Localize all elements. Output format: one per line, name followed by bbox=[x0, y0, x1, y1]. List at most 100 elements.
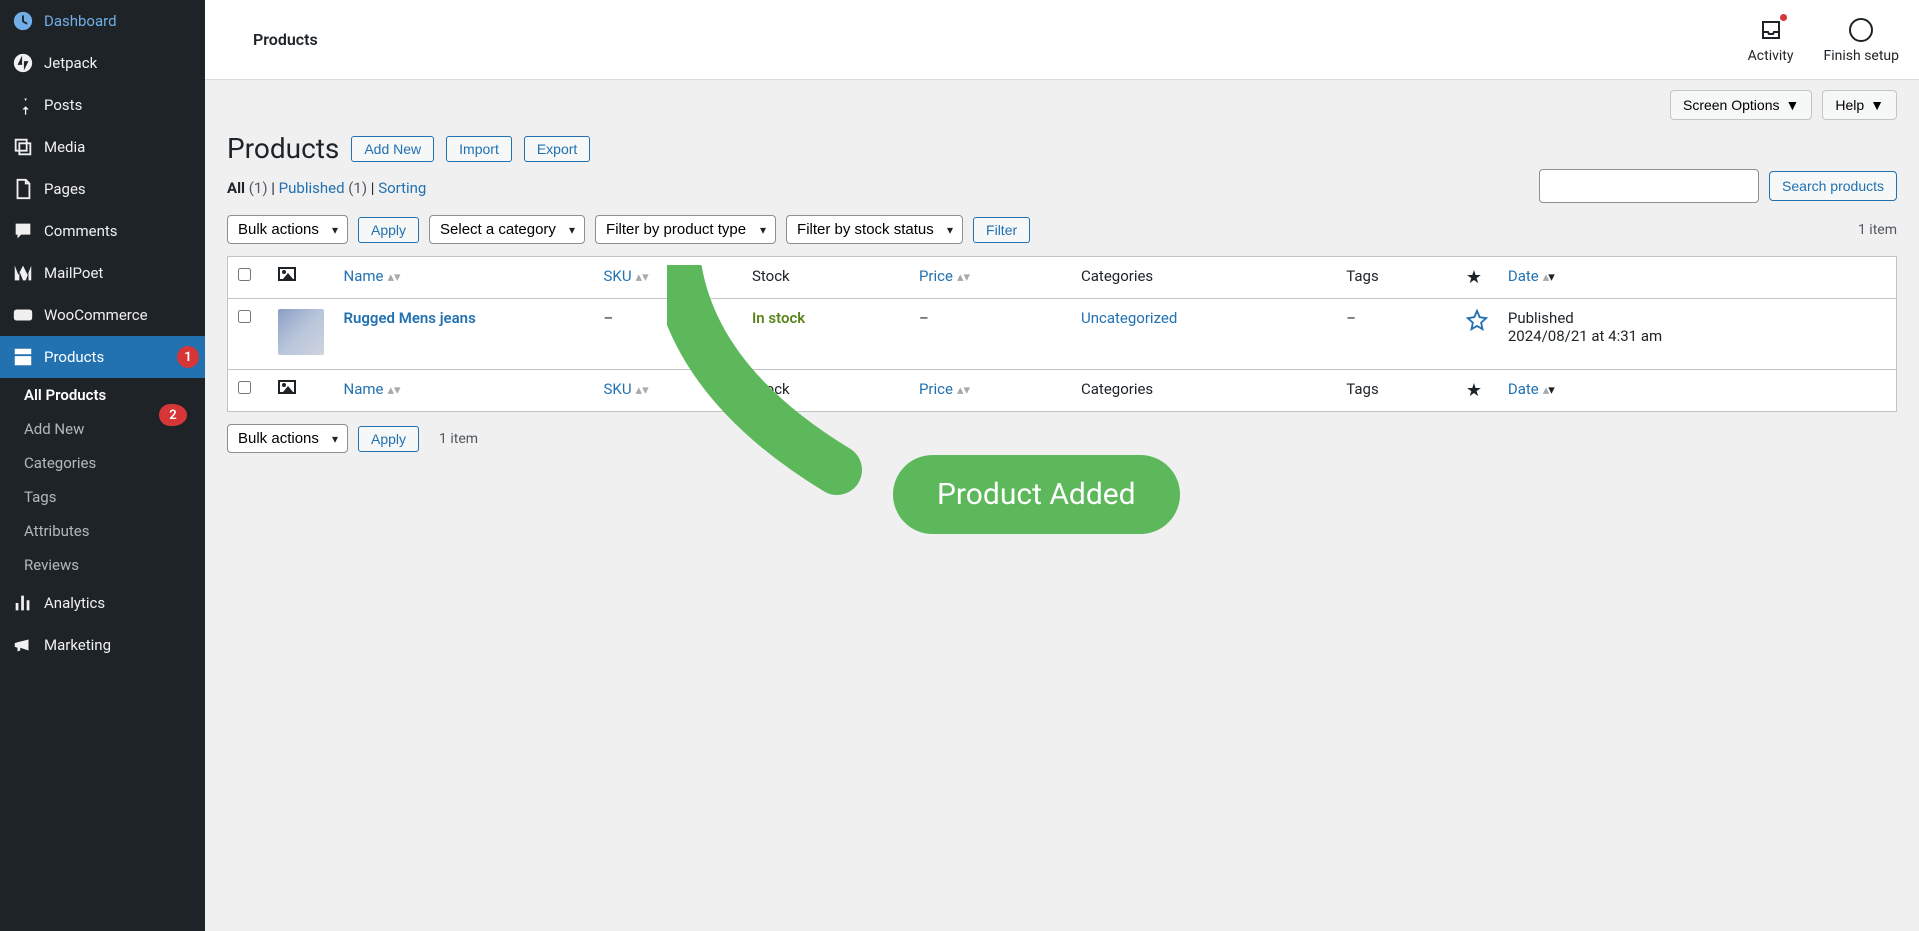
jetpack-icon bbox=[12, 52, 34, 74]
comments-icon bbox=[12, 220, 34, 242]
submenu-attributes[interactable]: Attributes bbox=[0, 514, 205, 548]
select-all-checkbox[interactable] bbox=[238, 268, 251, 281]
submenu-reviews[interactable]: Reviews bbox=[0, 548, 205, 582]
filter-all[interactable]: All bbox=[227, 179, 245, 197]
megaphone-icon bbox=[12, 634, 34, 656]
category-select[interactable]: Select a category bbox=[429, 215, 585, 244]
sidebar-item-pages[interactable]: Pages bbox=[0, 168, 205, 210]
item-count-bottom: 1 item bbox=[439, 431, 478, 447]
sidebar-item-posts[interactable]: Posts bbox=[0, 84, 205, 126]
toolbar: Bulk actions Apply Select a category Fil… bbox=[205, 215, 1919, 256]
product-type-select[interactable]: Filter by product type bbox=[595, 215, 776, 244]
finish-setup-button[interactable]: Finish setup bbox=[1824, 16, 1900, 64]
page-title: Products bbox=[227, 132, 339, 165]
product-name-link[interactable]: Rugged Mens jeans bbox=[344, 309, 476, 327]
apply-button-bottom[interactable]: Apply bbox=[358, 426, 419, 452]
bottom-toolbar: Bulk actions Apply 1 item bbox=[205, 412, 1919, 465]
bulk-actions-select[interactable]: Bulk actions bbox=[227, 215, 348, 244]
submenu-tags[interactable]: Tags bbox=[0, 480, 205, 514]
sidebar-item-label: Jetpack bbox=[44, 54, 97, 72]
sidebar-item-dashboard[interactable]: Dashboard bbox=[0, 0, 205, 42]
submenu-add-new[interactable]: Add New bbox=[0, 412, 205, 446]
dashboard-icon bbox=[12, 10, 34, 32]
image-icon bbox=[278, 267, 296, 281]
sort-icon: ▴▾ bbox=[957, 270, 970, 285]
mailpoet-icon bbox=[12, 262, 34, 284]
row-checkbox[interactable] bbox=[238, 310, 251, 323]
activity-label: Activity bbox=[1748, 48, 1794, 64]
sidebar-item-label: Media bbox=[44, 138, 85, 156]
main: Products Activity Finish setup Screen Op… bbox=[205, 0, 1919, 931]
cell-tags: – bbox=[1336, 299, 1456, 370]
col-categories: Categories bbox=[1081, 380, 1153, 398]
product-thumbnail[interactable] bbox=[278, 309, 324, 355]
filter-published-count: (1) bbox=[348, 179, 367, 197]
media-icon bbox=[12, 136, 34, 158]
submenu-categories[interactable]: Categories bbox=[0, 446, 205, 480]
cell-sku: – bbox=[594, 299, 742, 370]
badge: 1 bbox=[177, 346, 199, 368]
notification-dot bbox=[1780, 14, 1787, 21]
pages-icon bbox=[12, 178, 34, 200]
image-icon bbox=[278, 380, 296, 394]
submenu-label: Attributes bbox=[24, 522, 90, 540]
sidebar-item-media[interactable]: Media bbox=[0, 126, 205, 168]
filter-sorting[interactable]: Sorting bbox=[378, 179, 426, 197]
col-price[interactable]: Price bbox=[919, 267, 953, 285]
sidebar-item-label: Pages bbox=[44, 180, 86, 198]
cell-category-link[interactable]: Uncategorized bbox=[1081, 309, 1177, 327]
annotation-callout: Product Added bbox=[893, 455, 1180, 534]
sidebar-item-analytics[interactable]: Analytics bbox=[0, 582, 205, 624]
star-icon: ★ bbox=[1466, 380, 1482, 401]
add-new-button[interactable]: Add New bbox=[351, 136, 434, 162]
sidebar-item-products[interactable]: Products 1 bbox=[0, 336, 205, 378]
col-sku[interactable]: SKU bbox=[604, 380, 632, 398]
products-table: Name▴▾ SKU▴▾ Stock Price▴▾ Categories Ta… bbox=[227, 256, 1897, 412]
callout-bubble: Product Added bbox=[893, 455, 1180, 534]
col-sku[interactable]: SKU bbox=[604, 267, 632, 285]
finish-label: Finish setup bbox=[1824, 48, 1900, 64]
sidebar-item-label: Analytics bbox=[44, 594, 105, 612]
help-tab[interactable]: Help ▼ bbox=[1822, 90, 1897, 120]
import-button[interactable]: Import bbox=[446, 136, 512, 162]
sidebar-item-label: WooCommerce bbox=[44, 306, 148, 324]
sidebar-item-label: Marketing bbox=[44, 636, 111, 654]
export-button[interactable]: Export bbox=[524, 136, 590, 162]
search-input[interactable] bbox=[1539, 169, 1759, 203]
sort-icon: ▴▾ bbox=[957, 383, 970, 398]
sidebar-item-label: MailPoet bbox=[44, 264, 103, 282]
chevron-down-icon: ▼ bbox=[1785, 97, 1799, 113]
col-date[interactable]: Date bbox=[1508, 267, 1539, 285]
filter-published[interactable]: Published bbox=[279, 179, 345, 197]
col-tags: Tags bbox=[1346, 380, 1378, 398]
screen-options-tab[interactable]: Screen Options ▼ bbox=[1670, 90, 1812, 120]
apply-button[interactable]: Apply bbox=[358, 217, 419, 243]
sidebar-item-jetpack[interactable]: Jetpack bbox=[0, 42, 205, 84]
sort-icon: ▴▾ bbox=[636, 270, 649, 285]
sidebar-item-marketing[interactable]: Marketing bbox=[0, 624, 205, 666]
circle-icon bbox=[1847, 16, 1875, 44]
filter-button[interactable]: Filter bbox=[973, 217, 1030, 243]
search-button[interactable]: Search products bbox=[1769, 171, 1897, 201]
sidebar-item-mailpoet[interactable]: MailPoet bbox=[0, 252, 205, 294]
inbox-icon bbox=[1757, 16, 1785, 44]
submenu-label: Categories bbox=[24, 454, 96, 472]
col-name[interactable]: Name bbox=[344, 380, 384, 398]
submenu-all-products[interactable]: All Products 2 bbox=[0, 378, 205, 412]
stock-status-select[interactable]: Filter by stock status bbox=[786, 215, 963, 244]
products-submenu: All Products 2 Add New Categories Tags A… bbox=[0, 378, 205, 582]
products-icon bbox=[12, 346, 34, 368]
sidebar-item-comments[interactable]: Comments bbox=[0, 210, 205, 252]
sidebar-item-label: Posts bbox=[44, 96, 82, 114]
featured-star-toggle[interactable] bbox=[1466, 317, 1488, 335]
sidebar-item-woocommerce[interactable]: WooCommerce bbox=[0, 294, 205, 336]
cell-price: – bbox=[909, 299, 1071, 370]
bulk-actions-select-bottom[interactable]: Bulk actions bbox=[227, 424, 348, 453]
select-all-checkbox-footer[interactable] bbox=[238, 381, 251, 394]
chevron-down-icon: ▼ bbox=[1870, 97, 1884, 113]
col-name[interactable]: Name bbox=[344, 267, 384, 285]
cell-date-status: Published bbox=[1508, 309, 1886, 327]
activity-button[interactable]: Activity bbox=[1748, 16, 1794, 64]
col-price[interactable]: Price bbox=[919, 380, 953, 398]
col-date[interactable]: Date bbox=[1508, 380, 1539, 398]
